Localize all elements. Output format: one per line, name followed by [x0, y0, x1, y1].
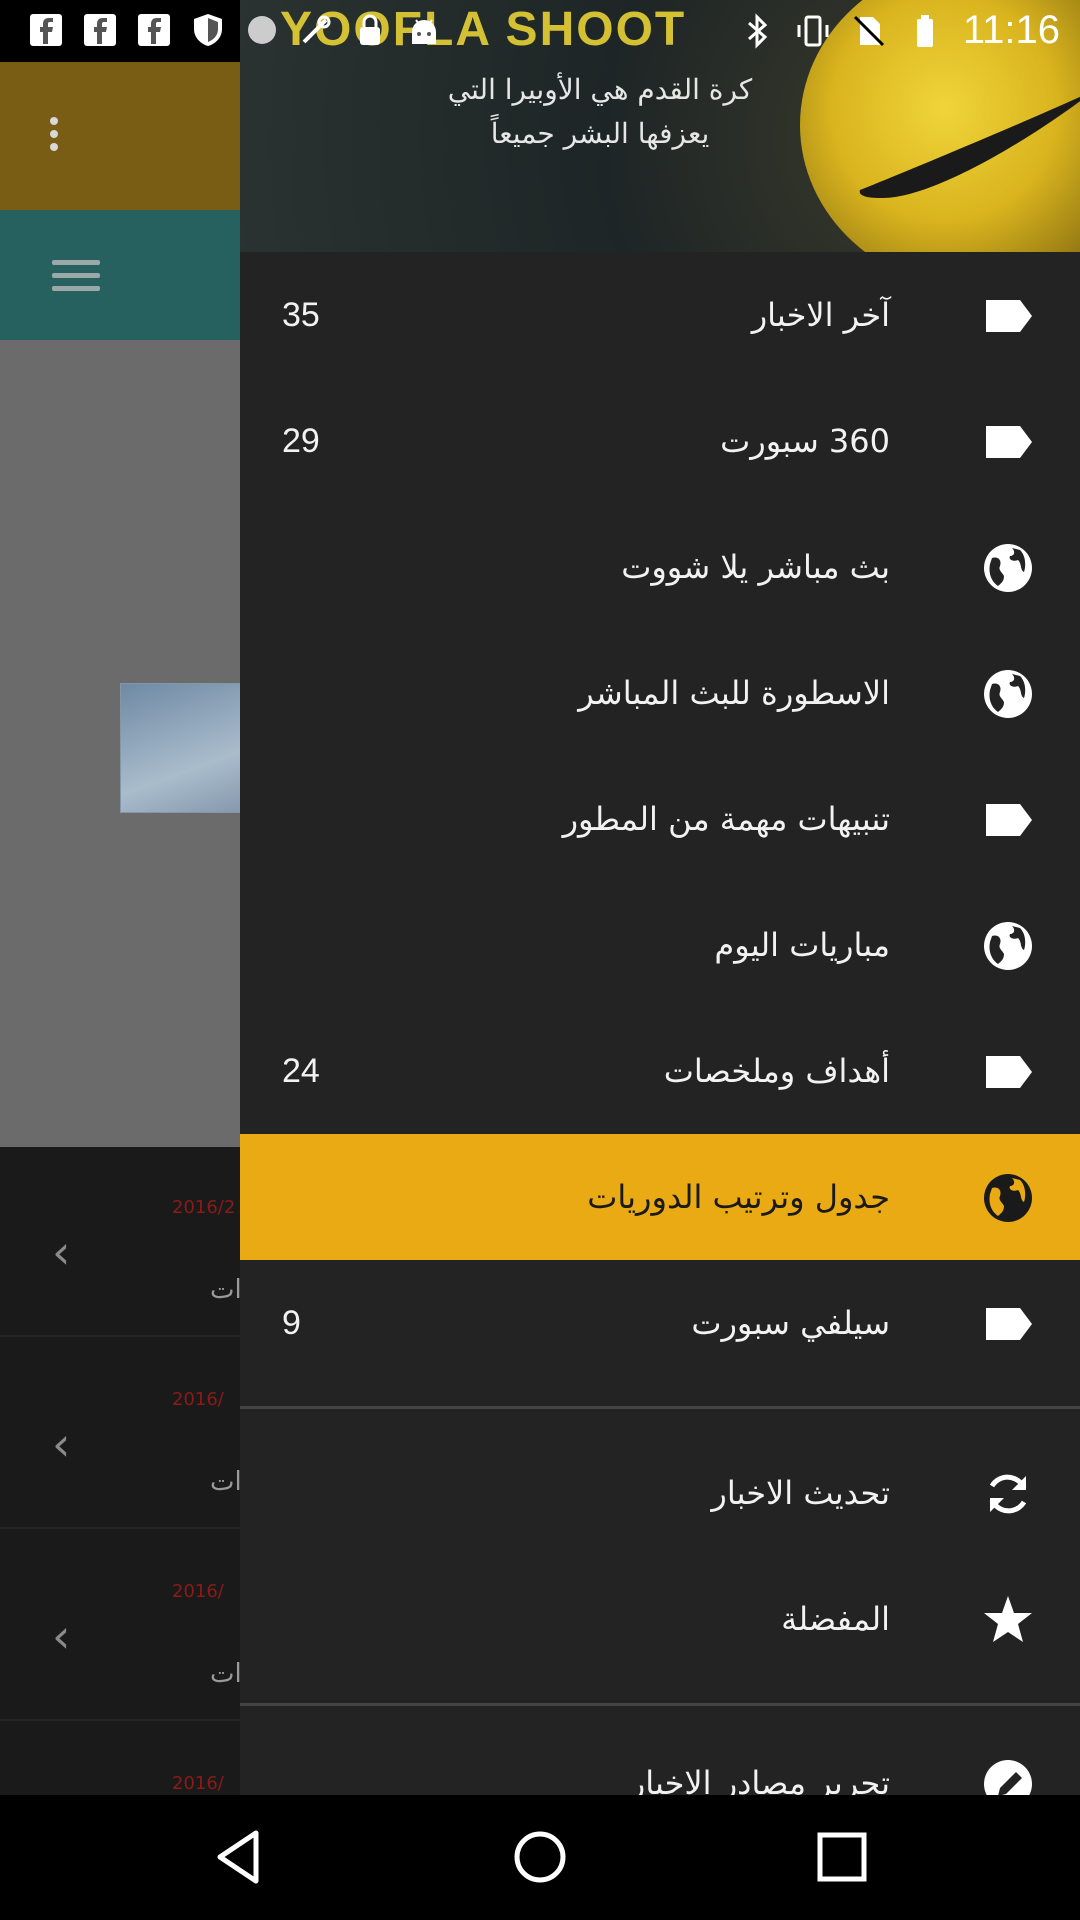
vibrate-icon — [797, 15, 829, 46]
overflow-menu-icon[interactable] — [50, 117, 64, 156]
header-quote: كرة القدم هي الأوبيرا التي يعزفها البشر … — [440, 68, 760, 156]
menu-item-count: 29 — [282, 422, 320, 460]
no-sim-icon — [853, 15, 884, 46]
item-date: 2016/ — [172, 1389, 224, 1410]
label-icon — [986, 804, 1032, 836]
menu-item-count: 35 — [282, 296, 320, 334]
divider — [240, 1703, 1080, 1706]
menu-item-latest-news[interactable]: آخر الاخبار 35 — [240, 252, 1080, 378]
item-text: ات — [210, 1275, 242, 1305]
star-icon — [984, 1596, 1032, 1642]
label-icon — [986, 1056, 1032, 1088]
menu-item-label: آخر الاخبار — [751, 296, 890, 334]
quote-line: كرة القدم هي الأوبيرا التي — [447, 73, 753, 106]
menu-item-count: 9 — [282, 1304, 301, 1342]
status-bar: 11:16 — [0, 0, 1080, 62]
navigation-drawer: YOOFLA SHOOT كرة القدم هي الأوبيرا التي … — [240, 0, 1080, 1795]
chevron-left-icon: ‹ — [52, 1417, 71, 1471]
menu-item-label: مباريات اليوم — [714, 926, 890, 964]
menu-item-refresh-news[interactable]: تحديث الاخبار — [240, 1430, 1080, 1556]
menu-item-goals-highlights[interactable]: أهداف وملخصات 24 — [240, 1008, 1080, 1134]
menu-item-count: 24 — [282, 1052, 320, 1090]
circle-icon — [248, 16, 276, 44]
facebook-icon — [30, 14, 62, 46]
menu-item-yalla-shoot-live[interactable]: بث مباشر يلا شووت — [240, 504, 1080, 630]
item-date: 2016/ — [172, 1581, 224, 1602]
chevron-left-icon: ‹ — [52, 1225, 71, 1279]
refresh-icon — [989, 1474, 1027, 1514]
facebook-icon — [138, 14, 170, 46]
item-date: 2016/2 — [172, 1197, 236, 1218]
fake-gps-icon — [302, 15, 331, 44]
swoosh-logo — [859, 96, 1080, 199]
label-icon — [986, 1308, 1032, 1340]
globe-icon — [984, 670, 1032, 718]
clock: 11:16 — [962, 8, 1060, 52]
menu-item-360-sport[interactable]: 360 سبورت 29 — [240, 378, 1080, 504]
menu-item-developer-alerts[interactable]: تنبيهات مهمة من المطور — [240, 756, 1080, 882]
menu-item-label: 360 سبورت — [720, 422, 890, 460]
menu-item-edit-news-sources[interactable]: تحرير مصادر الاخبار — [240, 1720, 1080, 1795]
back-icon[interactable] — [206, 1825, 270, 1889]
quote-line: يعزفها البشر جميعاً — [490, 117, 710, 150]
item-text: ات — [210, 1467, 242, 1497]
label-icon — [986, 300, 1032, 332]
menu-item-ostoora-live[interactable]: الاسطورة للبث المباشر — [240, 630, 1080, 756]
menu-item-selfie-sport[interactable]: سيلفي سبورت 9 — [240, 1260, 1080, 1386]
globe-icon — [984, 922, 1032, 970]
android-icon — [412, 19, 436, 44]
menu-item-label: أهداف وملخصات — [663, 1052, 890, 1090]
menu-item-label: المفضلة — [781, 1600, 890, 1638]
facebook-icon — [84, 14, 116, 46]
item-text: ات — [210, 1659, 242, 1689]
shield-icon — [194, 14, 222, 46]
globe-icon — [984, 1174, 1032, 1222]
globe-icon — [984, 544, 1032, 592]
home-icon[interactable] — [508, 1825, 572, 1889]
menu-item-label: بث مباشر يلا شووت — [621, 548, 890, 586]
menu-item-label: تحديث الاخبار — [711, 1474, 890, 1512]
recent-apps-icon[interactable] — [810, 1825, 874, 1889]
menu-item-league-tables[interactable]: جدول وترتيب الدوريات — [240, 1134, 1080, 1260]
menu-item-favorites[interactable]: المفضلة — [240, 1556, 1080, 1682]
menu-item-todays-matches[interactable]: مباريات اليوم — [240, 882, 1080, 1008]
battery-icon — [916, 14, 933, 47]
menu-item-label: سيلفي سبورت — [691, 1304, 890, 1342]
navigation-bar — [0, 1795, 1080, 1920]
menu-item-label: الاسطورة للبث المباشر — [578, 674, 890, 712]
chevron-left-icon: ‹ — [52, 1609, 71, 1663]
bluetooth-icon — [747, 12, 768, 49]
lock-icon — [360, 14, 380, 45]
menu-item-label: تنبيهات مهمة من المطور — [562, 800, 890, 838]
menu-item-label: تحرير مصادر الاخبار — [629, 1764, 890, 1795]
edit-icon — [984, 1760, 1032, 1795]
menu-item-label: جدول وترتيب الدوريات — [587, 1178, 890, 1216]
hamburger-menu-icon[interactable] — [52, 260, 100, 299]
label-icon — [986, 426, 1032, 458]
item-date: 2016/ — [172, 1773, 224, 1794]
divider — [240, 1406, 1080, 1409]
